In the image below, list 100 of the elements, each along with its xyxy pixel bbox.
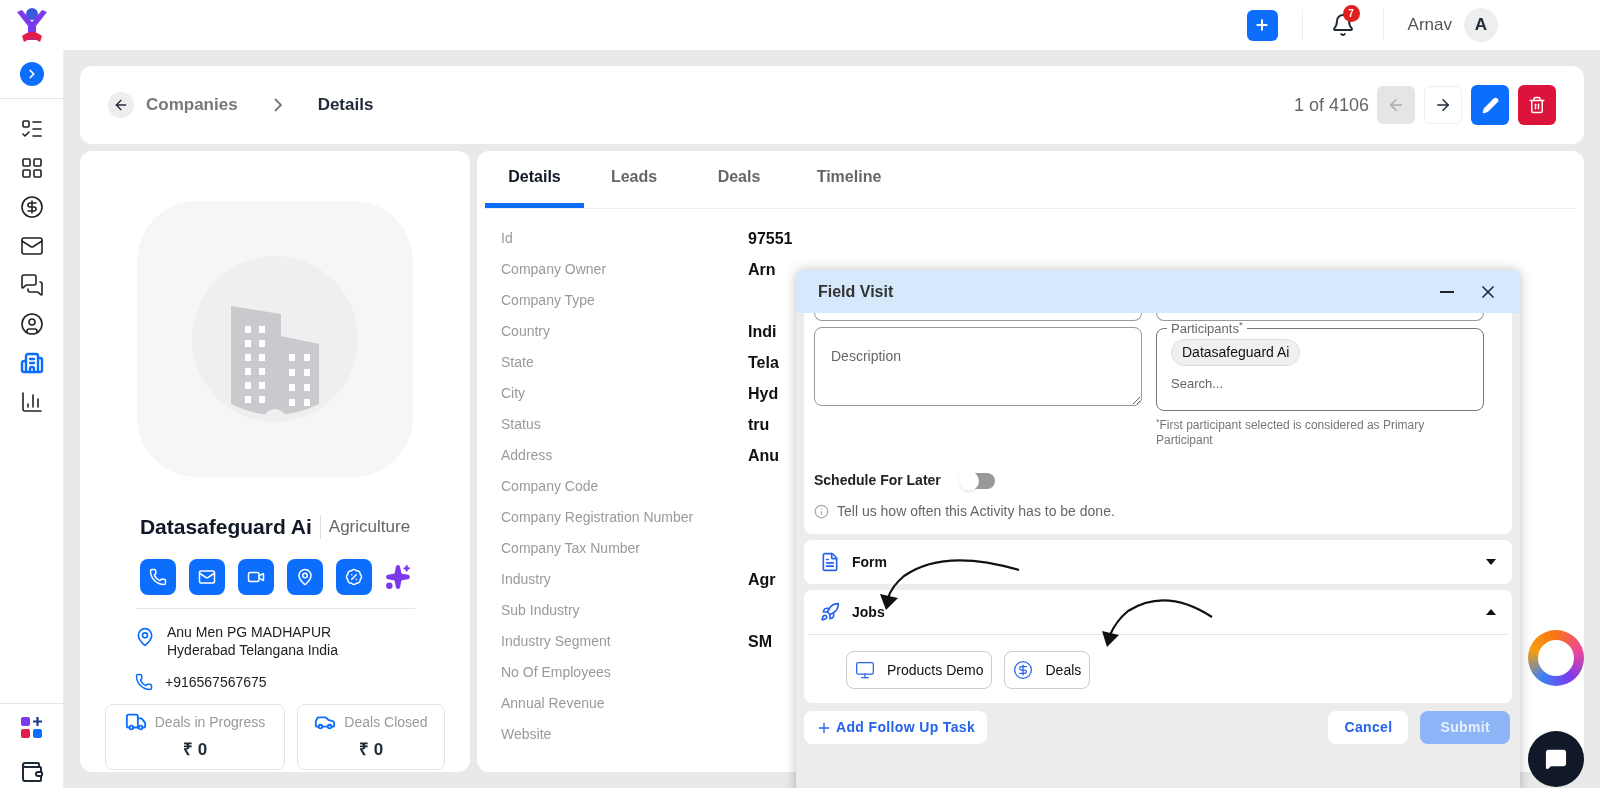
field-label: Website <box>500 725 553 744</box>
stat-label: Deals Closed <box>344 712 428 732</box>
breadcrumb-link[interactable]: Companies <box>146 92 238 118</box>
pin-icon <box>295 567 314 586</box>
user-name: Arnav <box>1407 14 1452 37</box>
field-label: Address <box>500 446 554 465</box>
accordion-header[interactable]: Jobs <box>804 590 1512 634</box>
minimize-button[interactable] <box>1440 290 1454 293</box>
job-button[interactable]: Products Demo <box>846 651 993 689</box>
field-value: tru <box>748 414 770 435</box>
dialog-title: Field Visit <box>818 281 894 302</box>
cancel-button[interactable]: Cancel <box>1328 711 1409 744</box>
participant-chip[interactable]: Datasafeguard Ai <box>1171 338 1301 366</box>
chart-icon <box>19 389 44 414</box>
user-avatar[interactable]: A <box>1464 8 1498 42</box>
field-value: SM <box>748 631 772 652</box>
next-button[interactable] <box>1424 86 1462 124</box>
location-icon <box>135 626 155 647</box>
logo-icon <box>14 6 50 44</box>
info-icon <box>814 504 829 519</box>
field-label: Company Code <box>500 477 600 496</box>
field-value: 97551 <box>748 228 793 249</box>
call-button[interactable] <box>139 558 176 595</box>
description-field[interactable]: Description <box>814 327 1142 406</box>
pencil-icon <box>1481 96 1499 114</box>
company-industry: Agriculture <box>328 516 411 538</box>
participant-note: $^{*}$First participant selected is considered as Primary Participant <box>1156 418 1426 448</box>
back-button[interactable] <box>108 92 134 118</box>
schedule-hint: Tell us how often this Activity has to be done. <box>837 502 1115 521</box>
percent-badge-icon <box>344 567 363 586</box>
field-label: Company Registration Number <box>500 508 695 527</box>
field-label: Annual Revenue <box>500 694 606 713</box>
phone-number: +916567567675 <box>165 672 267 692</box>
add-follow-up-button[interactable]: Add Follow Up Task <box>804 711 988 744</box>
rocket-icon <box>820 602 840 622</box>
field-label: Company Tax Number <box>500 539 642 558</box>
field-label: Company Type <box>500 291 596 310</box>
delete-button[interactable] <box>1518 85 1556 125</box>
field-label: State <box>500 353 535 372</box>
phone-icon <box>135 673 153 691</box>
add-button[interactable] <box>1246 9 1278 41</box>
phone-icon <box>148 567 167 586</box>
field-value: Hyd <box>748 383 779 404</box>
discount-button[interactable] <box>335 558 372 595</box>
video-button[interactable] <box>237 558 274 595</box>
building-icon <box>19 350 44 375</box>
stat-value: ₹ 0 <box>182 739 208 762</box>
field-label: Industry <box>500 570 552 589</box>
monitor-icon <box>855 660 875 680</box>
schedule-toggle[interactable] <box>960 472 995 489</box>
participants-label: Participants$^{*}$ <box>1170 319 1244 338</box>
trash-icon <box>1528 96 1546 114</box>
dollar-icon <box>1013 660 1034 680</box>
field-label: Country <box>500 322 552 341</box>
field-label: Status <box>500 415 542 434</box>
address-line: Hyderabad Telangana India <box>167 640 338 659</box>
arrow-right-icon <box>1434 96 1452 114</box>
tab[interactable]: Details <box>485 151 584 208</box>
chat-icon <box>1545 748 1567 770</box>
expand-button[interactable] <box>19 62 44 86</box>
pager-text: 1 of 4106 <box>1293 93 1369 117</box>
tab[interactable]: Deals <box>684 151 794 208</box>
document-icon <box>820 552 840 572</box>
tab[interactable]: Timeline <box>794 151 904 208</box>
page-title: Details <box>317 94 374 117</box>
field-value: Anu <box>748 445 780 466</box>
caret-down-icon <box>1486 559 1496 565</box>
tab[interactable]: Leads <box>584 151 684 208</box>
chevron-icon <box>273 98 282 112</box>
stat-value: ₹ 0 <box>358 739 384 762</box>
edit-button[interactable] <box>1471 85 1509 125</box>
field-value: Agr <box>748 569 776 590</box>
field-label: City <box>500 384 527 403</box>
sparkle-icon[interactable] <box>384 563 411 590</box>
field-label: Sub Industry <box>500 601 581 620</box>
field-value: Indi <box>748 321 777 342</box>
apps-icon[interactable] <box>19 716 44 740</box>
participants-field[interactable]: Participants$^{*}$ Datasafeguard Ai Search... <box>1156 319 1484 411</box>
mail-icon <box>197 567 216 586</box>
field-value: Arn <box>748 259 776 280</box>
minus-icon <box>1440 290 1454 293</box>
user-icon <box>19 311 44 336</box>
route-button[interactable] <box>286 558 323 595</box>
caret-up-icon <box>1486 609 1496 615</box>
accordion-header[interactable]: Form <box>804 540 1512 584</box>
job-button[interactable]: Deals <box>1004 651 1091 689</box>
dollar-icon <box>19 194 44 219</box>
company-name: Datasafeguard Ai <box>139 514 312 540</box>
field-label: No Of Employees <box>500 663 612 682</box>
field-label: Industry Segment <box>500 632 612 651</box>
field-label: Id <box>500 229 514 248</box>
notification-badge: 7 <box>1342 5 1360 22</box>
field-label: Company Owner <box>500 260 608 279</box>
grid-icon <box>19 155 44 180</box>
wallet-icon[interactable] <box>19 760 44 784</box>
chat-icon <box>19 272 44 297</box>
search-field[interactable]: Search... <box>1171 373 1469 393</box>
field-value: Tela <box>748 352 779 373</box>
email-button[interactable] <box>188 558 225 595</box>
address-line: Anu Men PG MADHAPUR <box>167 622 333 641</box>
